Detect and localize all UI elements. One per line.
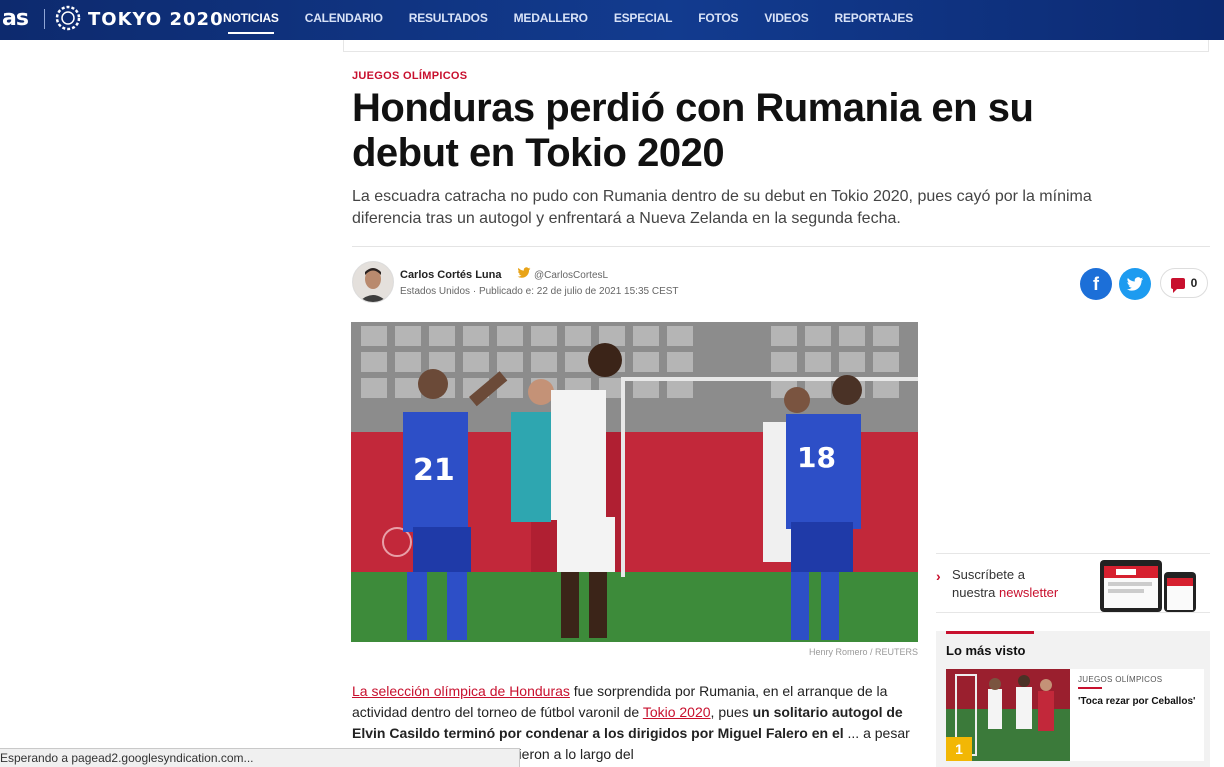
nav-item-medallero[interactable]: MEDALLERO <box>501 0 601 40</box>
logo-divider <box>44 9 45 29</box>
twitter-share-button[interactable] <box>1119 268 1151 300</box>
author-meta: Estados Unidos · Publicado e: 22 de juli… <box>400 286 679 297</box>
photo-caption: Henry Romero / REUTERS <box>808 647 918 657</box>
chevron-right-icon: › <box>936 568 941 584</box>
newsletter-highlight[interactable]: newsletter <box>999 585 1058 600</box>
facebook-share-button[interactable]: f <box>1080 268 1112 300</box>
ad-slot-frame <box>343 40 1209 52</box>
nav-item-resultados[interactable]: RESULTADOS <box>396 0 501 40</box>
most-read-kicker[interactable]: JUEGOS OLÍMPICOS <box>1078 675 1162 684</box>
body-text-2: , pues <box>710 704 753 720</box>
author-location: Estados Unidos <box>400 286 471 297</box>
top-navigation-bar: as TOKYO 2020 NOTICIAS CALENDARIO RESULT… <box>0 0 1224 40</box>
author-portrait-icon <box>353 262 393 302</box>
newsletter-prefix: nuestra <box>952 585 999 600</box>
most-read-kicker-bar <box>1078 687 1102 689</box>
nav-item-calendario[interactable]: CALENDARIO <box>292 0 396 40</box>
newsletter-text: Suscríbete a nuestra newsletter <box>952 566 1058 602</box>
most-read-rank: 1 <box>946 737 972 761</box>
link-tokio-2020[interactable]: Tokio 2020 <box>643 704 711 720</box>
nav-item-videos[interactable]: VIDEOS <box>751 0 821 40</box>
most-read-accent-bar <box>946 631 1034 634</box>
browser-status-bar: Esperando a pagead2.googlesyndication.co… <box>0 748 520 767</box>
most-read-thumbnail[interactable]: 1 <box>946 669 1070 761</box>
nav-item-fotos[interactable]: FOTOS <box>685 0 751 40</box>
link-seleccion-honduras[interactable]: La selección olímpica de Honduras <box>352 683 570 699</box>
nav-item-reportajes[interactable]: REPORTAJES <box>822 0 926 40</box>
article-headline: Honduras perdió con Rumania en su debut … <box>352 86 1034 175</box>
newsletter-line-1: Suscríbete a <box>952 567 1025 582</box>
most-read-title: Lo más visto <box>946 643 1026 658</box>
facebook-icon: f <box>1093 273 1099 294</box>
nav-item-noticias[interactable]: NOTICIAS <box>210 0 292 40</box>
author-avatar[interactable] <box>352 261 394 303</box>
tokyo-emblem-icon <box>55 5 81 31</box>
most-read-headline[interactable]: 'Toca rezar por Ceballos' <box>1078 695 1198 708</box>
article-kicker[interactable]: JUEGOS OLÍMPICOS <box>352 70 467 82</box>
header-divider <box>352 246 1210 247</box>
comment-bubble-icon <box>1170 277 1185 293</box>
player-number-right: 18 <box>797 441 836 474</box>
twitter-icon <box>1126 276 1144 291</box>
tokyo-2020-brand[interactable]: TOKYO 2020 <box>88 9 224 30</box>
article-subheadline: La escuadra catracha no pudo con Rumania… <box>352 188 1092 227</box>
newsletter-promo[interactable]: › Suscríbete a nuestra newsletter <box>936 553 1210 613</box>
publish-date: Publicado e: 22 de julio de 2021 15:35 C… <box>478 286 679 297</box>
football-players-photo: 21 18 <box>351 322 918 642</box>
as-logo[interactable]: as <box>2 6 29 31</box>
devices-illustration-icon <box>1100 560 1196 612</box>
twitter-bird-icon <box>517 267 531 278</box>
player-number-left: 21 <box>413 453 455 488</box>
most-read-module: Lo más visto 1 JUEGOS OLÍMPICOS 'Toca re… <box>936 631 1210 767</box>
comments-count: 0 <box>1190 276 1198 290</box>
most-read-item[interactable]: 1 JUEGOS OLÍMPICOS 'Toca rezar por Cebal… <box>946 669 1204 761</box>
nav-item-especial[interactable]: ESPECIAL <box>601 0 685 40</box>
main-menu: NOTICIAS CALENDARIO RESULTADOS MEDALLERO… <box>210 0 926 40</box>
newsletter-line-2: nuestra newsletter <box>952 584 1058 602</box>
comments-button[interactable]: 0 <box>1160 268 1208 298</box>
article-main-photo[interactable]: 21 18 <box>351 322 918 642</box>
author-name[interactable]: Carlos Cortés Luna <box>400 269 501 281</box>
author-twitter-handle[interactable]: @CarlosCortesL <box>534 270 608 281</box>
